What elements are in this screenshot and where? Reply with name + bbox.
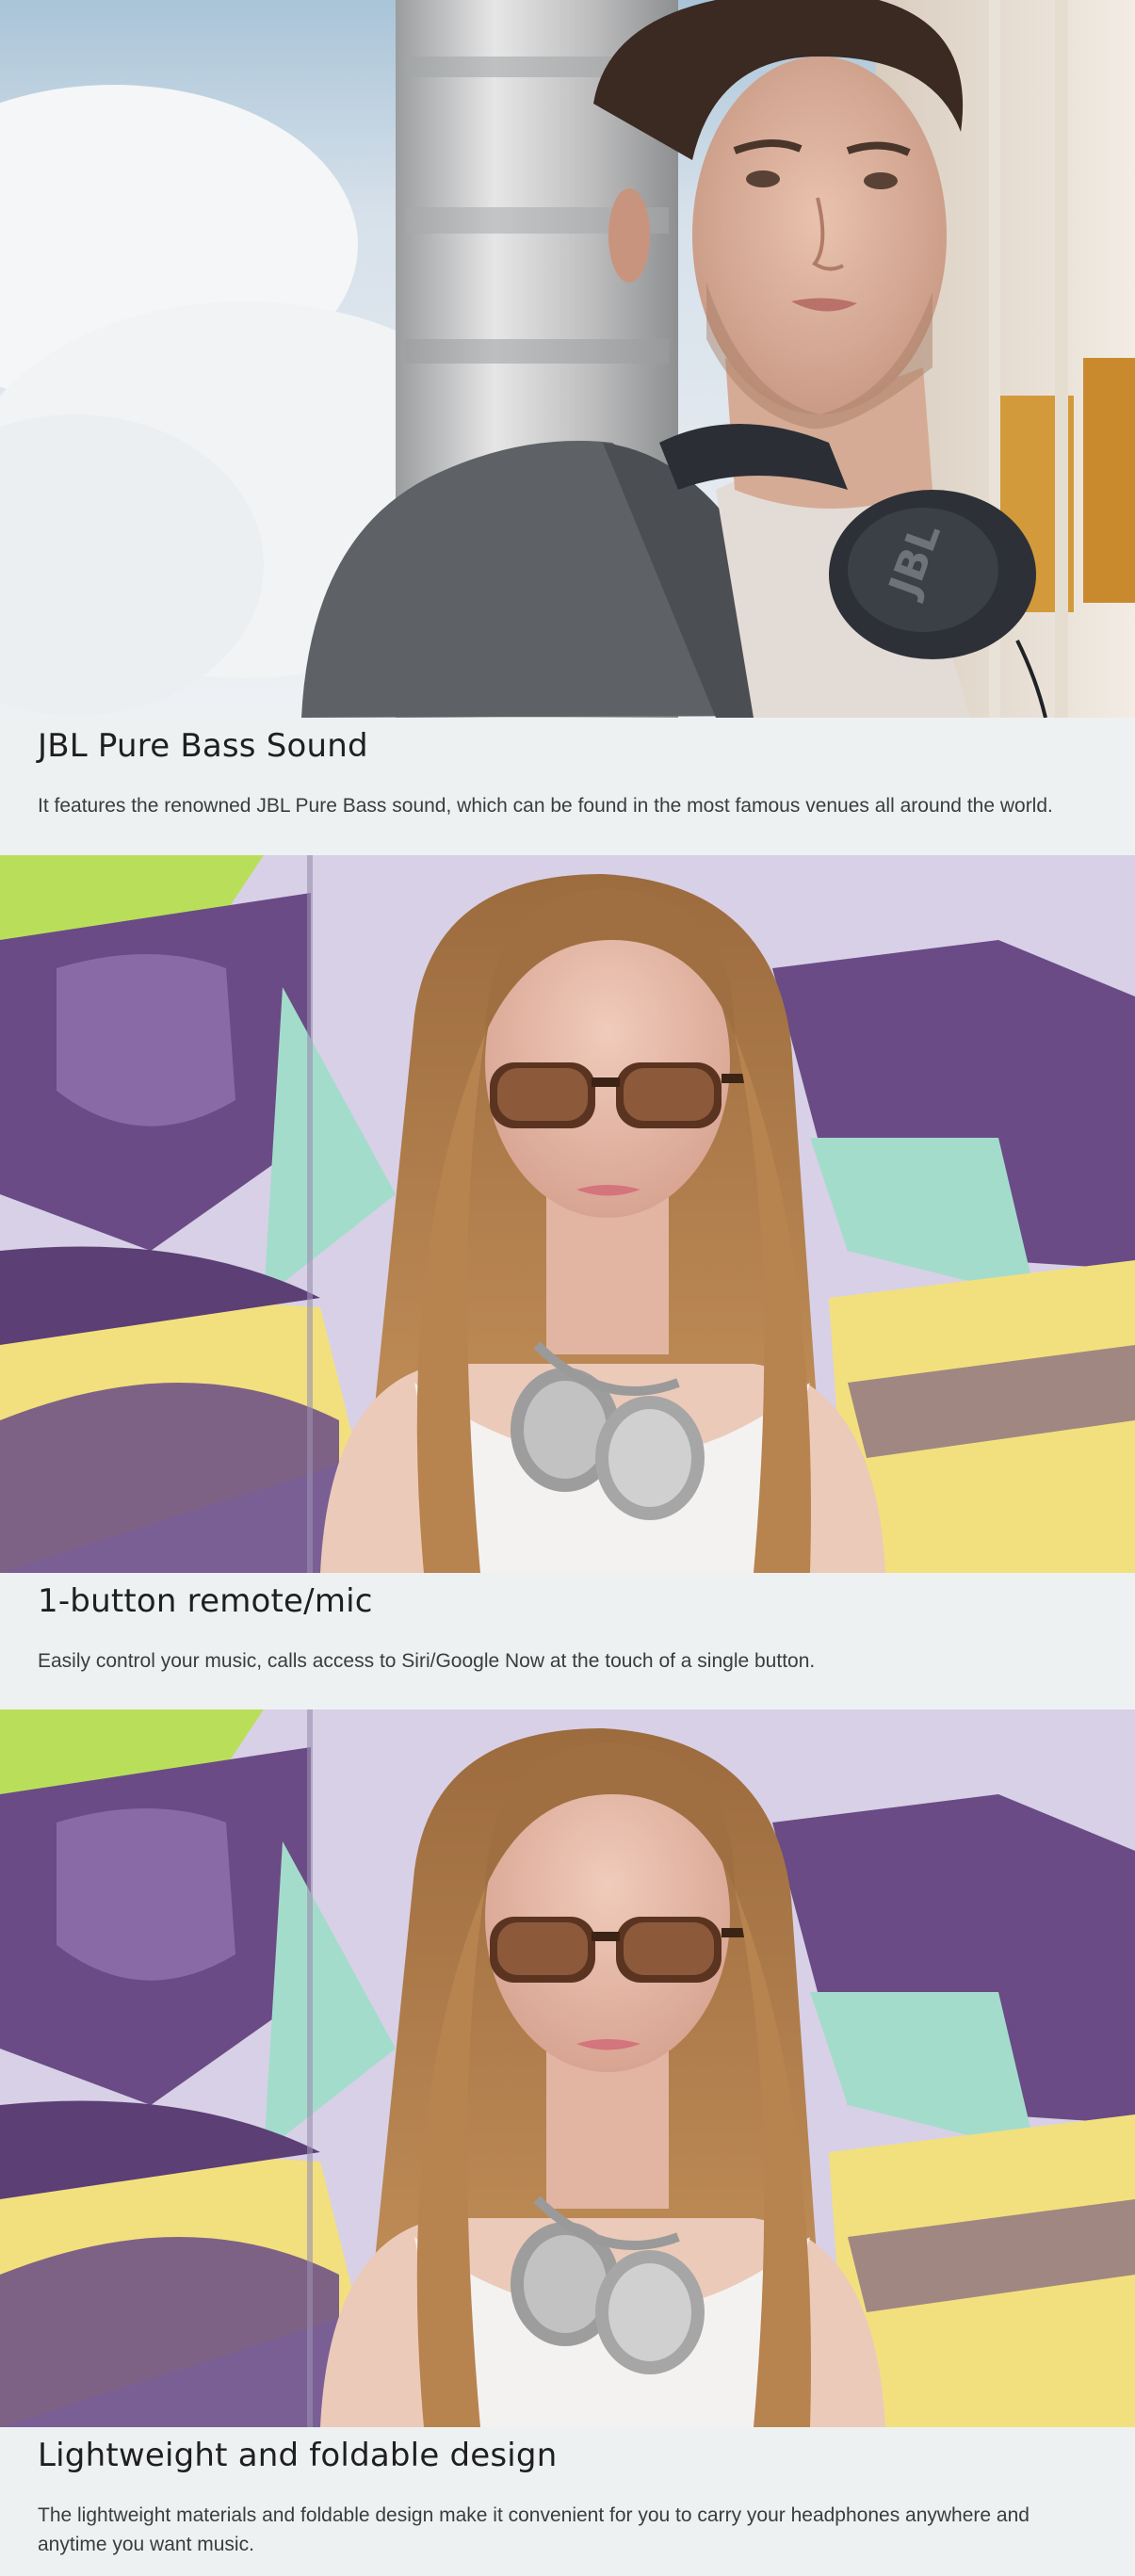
product-features-page: JBL JBL Pure Bass Sound It features the … xyxy=(0,0,1135,2576)
feature-title: Lightweight and foldable design xyxy=(38,2437,558,2474)
feature-section-pure-bass: JBL JBL Pure Bass Sound It features the … xyxy=(0,0,1135,855)
feature-section-remote-mic: 1-button remote/mic Easily control your … xyxy=(0,855,1135,1709)
feature-text-block: Lightweight and foldable design The ligh… xyxy=(0,2427,1135,2576)
feature-section-foldable-design: Lightweight and foldable design The ligh… xyxy=(0,1709,1135,2576)
feature-text-block: JBL Pure Bass Sound It features the reno… xyxy=(0,718,1135,855)
feature-description: It features the renowned JBL Pure Bass s… xyxy=(38,795,1053,817)
feature-image-woman-headphones xyxy=(0,1709,1135,2427)
feature-image-woman-headphones xyxy=(0,855,1135,1573)
feature-image-man-headphones: JBL xyxy=(0,0,1135,718)
feature-title: JBL Pure Bass Sound xyxy=(38,727,368,765)
feature-description: Easily control your music, calls access … xyxy=(38,1650,816,1672)
feature-text-block: 1-button remote/mic Easily control your … xyxy=(0,1573,1135,1709)
feature-description: The lightweight materials and foldable d… xyxy=(38,2504,1030,2555)
feature-title: 1-button remote/mic xyxy=(38,1582,373,1620)
